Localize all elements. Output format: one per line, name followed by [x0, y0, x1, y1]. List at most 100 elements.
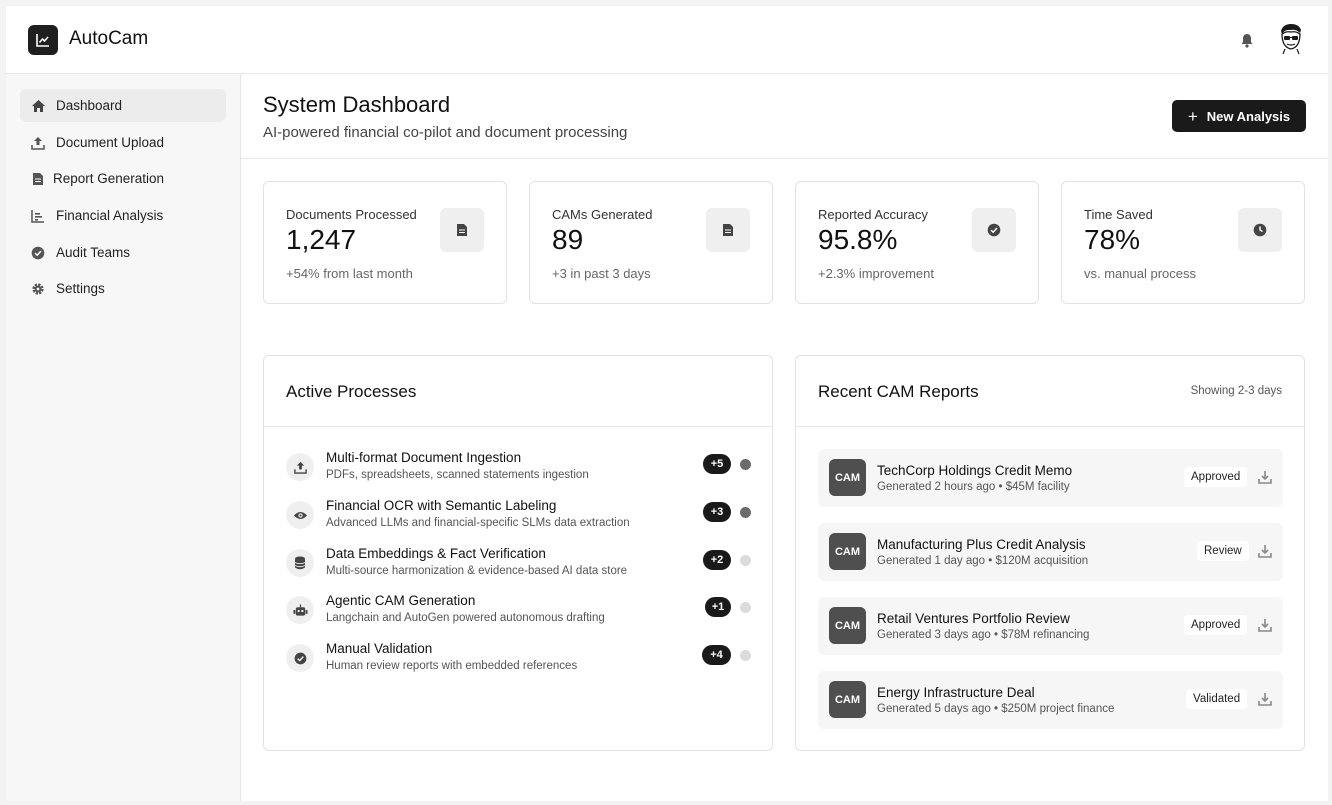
sidebar-item-report-generation[interactable]: Report Generation: [20, 162, 226, 195]
status-dot: [740, 602, 751, 613]
process-badge: +4: [702, 645, 731, 665]
download-button[interactable]: [1257, 469, 1273, 485]
process-item[interactable]: Financial OCR with Semantic Labeling Adv…: [286, 498, 752, 538]
panel-title: Recent CAM Reports: [818, 382, 979, 401]
robot-icon: [286, 596, 314, 624]
check-circle-icon: [30, 245, 46, 261]
cam-tag: CAM: [829, 681, 866, 718]
report-row[interactable]: CAM Manufacturing Plus Credit Analysis G…: [818, 523, 1283, 581]
sidebar-item-settings[interactable]: Settings: [20, 272, 226, 305]
stat-value: 1,247: [286, 224, 357, 255]
document-icon: [440, 208, 484, 252]
report-subtitle: Generated 2 hours ago • $45M facility: [877, 481, 1070, 493]
panel-meta: Showing 2-3 days: [1190, 385, 1282, 397]
app-logo[interactable]: [28, 25, 58, 55]
sidebar-item-label: Settings: [56, 281, 105, 296]
report-row[interactable]: CAM Retail Ventures Portfolio Review Gen…: [818, 597, 1283, 655]
page-subtitle: AI-powered financial co-pilot and docume…: [263, 124, 628, 141]
new-analysis-button[interactable]: + New Analysis: [1172, 100, 1306, 132]
upload-icon: [286, 453, 314, 481]
sidebar-item-dashboard[interactable]: Dashboard: [20, 89, 226, 122]
upload-icon: [30, 135, 46, 151]
process-badge: +3: [703, 502, 731, 522]
stat-value: 78%: [1084, 224, 1141, 255]
sidebar-item-label: Dashboard: [56, 98, 123, 113]
stat-label: Documents Processed: [286, 207, 417, 222]
report-title: Energy Infrastructure Deal: [877, 685, 1035, 700]
download-button[interactable]: [1257, 543, 1273, 559]
new-analysis-label: New Analysis: [1206, 108, 1291, 124]
cam-tag: CAM: [829, 459, 866, 496]
sidebar-item-document-upload[interactable]: Document Upload: [20, 126, 226, 159]
process-item[interactable]: Multi-format Document Ingestion PDFs, sp…: [286, 450, 752, 490]
process-title: Manual Validation: [326, 641, 433, 656]
process-desc: Multi-source harmonization & evidence-ba…: [326, 565, 628, 577]
status-dot: [740, 459, 751, 470]
stat-card-cams-generated: CAMs Generated 89 +3 in past 3 days: [529, 181, 773, 304]
recent-reports-panel: Recent CAM Reports Showing 2-3 days CAM …: [795, 355, 1305, 751]
line-chart-icon: [36, 34, 49, 47]
stat-card-time-saved: Time Saved 78% vs. manual process: [1061, 181, 1305, 304]
report-subtitle: Generated 5 days ago • $250M project fin…: [877, 703, 1115, 715]
cam-tag: CAM: [829, 533, 866, 570]
status-dot: [740, 507, 751, 518]
status-badge: Review: [1197, 541, 1249, 561]
clock-icon: [1238, 208, 1282, 252]
process-desc: Advanced LLMs and financial-specific SLM…: [326, 517, 630, 529]
process-title: Multi-format Document Ingestion: [326, 450, 522, 465]
report-subtitle: Generated 1 day ago • $120M acquisition: [877, 555, 1089, 567]
stat-note: +54% from last month: [286, 266, 413, 281]
app-title: AutoCam: [69, 28, 149, 49]
download-icon: [1258, 471, 1272, 484]
process-desc: Langchain and AutoGen powered autonomous…: [326, 612, 605, 624]
stat-note: +2.3% improvement: [818, 266, 934, 281]
sidebar-item-label: Document Upload: [56, 135, 165, 150]
sidebar-item-financial-analysis[interactable]: Financial Analysis: [20, 199, 226, 232]
active-processes-panel: Active Processes Multi-format Document I…: [263, 355, 773, 751]
check-circle-icon: [972, 208, 1016, 252]
process-item[interactable]: Agentic CAM Generation Langchain and Aut…: [286, 593, 752, 633]
status-dot: [740, 650, 751, 661]
report-row[interactable]: CAM TechCorp Holdings Credit Memo Genera…: [818, 449, 1283, 507]
process-desc: Human review reports with embedded refer…: [326, 660, 578, 672]
report-row[interactable]: CAM Energy Infrastructure Deal Generated…: [818, 671, 1283, 729]
stat-label: CAMs Generated: [552, 207, 653, 222]
panel-header: Recent CAM Reports Showing 2-3 days: [796, 356, 1304, 427]
home-icon: [30, 98, 46, 114]
report-title: TechCorp Holdings Credit Memo: [877, 463, 1073, 478]
process-badge: +5: [703, 454, 731, 474]
sidebar-item-label: Financial Analysis: [56, 208, 164, 223]
eye-icon: [286, 501, 314, 529]
stat-value: 89: [552, 224, 584, 255]
stat-card-reported-accuracy: Reported Accuracy 95.8% +2.3% improvemen…: [795, 181, 1039, 304]
document-icon: [30, 171, 46, 187]
app-window: AutoCam Dashboard Document Upload Report…: [6, 6, 1328, 801]
stat-value: 95.8%: [818, 224, 898, 255]
process-badge: +1: [705, 597, 731, 617]
report-title: Retail Ventures Portfolio Review: [877, 611, 1070, 626]
stat-note: vs. manual process: [1084, 266, 1196, 281]
sidebar-item-label: Report Generation: [53, 171, 165, 186]
stat-label: Time Saved: [1084, 207, 1153, 222]
stat-note: +3 in past 3 days: [552, 266, 651, 281]
avatar-icon: [1281, 24, 1301, 55]
process-item[interactable]: Data Embeddings & Fact Verification Mult…: [286, 546, 752, 586]
process-desc: PDFs, spreadsheets, scanned statements i…: [326, 469, 589, 481]
sidebar-item-label: Audit Teams: [56, 245, 131, 260]
download-button[interactable]: [1257, 617, 1273, 633]
top-bar: AutoCam: [6, 6, 1328, 74]
notifications-button[interactable]: [1239, 32, 1255, 48]
process-title: Agentic CAM Generation: [326, 593, 476, 608]
report-title: Manufacturing Plus Credit Analysis: [877, 537, 1086, 552]
panel-header: Active Processes: [264, 356, 772, 427]
status-badge: Validated: [1186, 689, 1248, 709]
status-badge: Approved: [1184, 467, 1248, 487]
process-item[interactable]: Manual Validation Human review reports w…: [286, 641, 752, 681]
download-icon: [1258, 545, 1272, 558]
process-badge: +2: [703, 550, 731, 570]
avatar[interactable]: [1276, 23, 1306, 55]
sidebar-item-audit-teams[interactable]: Audit Teams: [20, 236, 226, 269]
cam-tag: CAM: [829, 607, 866, 644]
gear-icon: [30, 281, 46, 297]
download-button[interactable]: [1257, 691, 1273, 707]
